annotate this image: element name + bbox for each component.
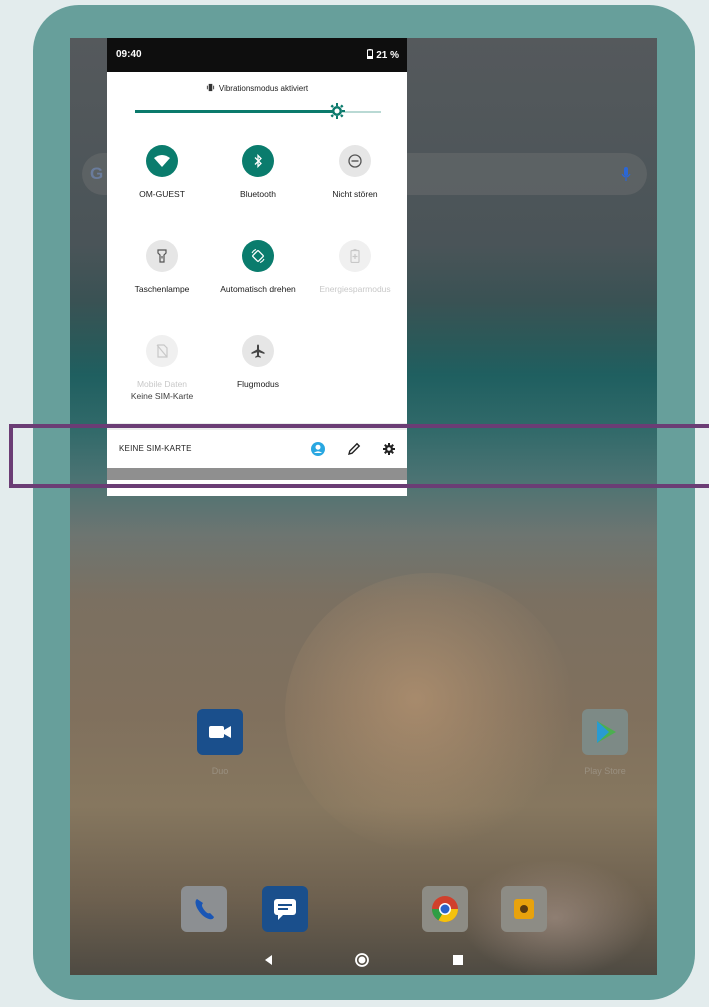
mic-icon[interactable] xyxy=(621,166,631,182)
back-icon[interactable] xyxy=(261,952,277,968)
battery-icon xyxy=(367,49,374,60)
vibration-label: Vibrationsmodus aktiviert xyxy=(218,84,309,93)
home-icon[interactable] xyxy=(354,952,370,968)
tile-battery-saver-label: Energiesparmodus xyxy=(319,284,391,294)
status-bar: 09:40 21 % xyxy=(107,38,407,72)
phone-app-icon[interactable] xyxy=(181,886,227,932)
play-store-app-label: Play Store xyxy=(584,766,626,776)
navigation-bar xyxy=(70,945,657,975)
mobile-data-icon xyxy=(146,335,178,367)
battery-status: 21 % xyxy=(367,49,399,61)
brightness-fill xyxy=(135,110,337,113)
recents-icon[interactable] xyxy=(450,952,466,968)
auto-rotate-icon[interactable] xyxy=(242,240,274,272)
do-not-disturb-icon[interactable] xyxy=(339,145,371,177)
tile-auto-rotate-label[interactable]: Automatisch drehen xyxy=(208,283,308,295)
brightness-thumb-icon[interactable] xyxy=(329,103,345,119)
flashlight-icon[interactable] xyxy=(146,240,178,272)
chrome-app-icon[interactable] xyxy=(422,886,468,932)
tile-bluetooth-label[interactable]: Bluetooth xyxy=(208,188,308,200)
vibration-status: Vibrationsmodus aktiviert xyxy=(107,82,407,96)
tile-mobile-data-sub: Keine SIM-Karte xyxy=(130,391,194,401)
brightness-slider[interactable] xyxy=(135,103,381,119)
tile-dnd-label[interactable]: Nicht stören xyxy=(305,188,405,200)
duo-app-label: Duo xyxy=(211,766,229,776)
vibrate-icon xyxy=(206,83,214,92)
battery-percent: 21 % xyxy=(376,50,399,61)
tile-mobile-data-label: Mobile Daten xyxy=(136,379,188,389)
bluetooth-icon[interactable] xyxy=(242,145,274,177)
highlight-box xyxy=(9,424,709,488)
tile-wifi-label[interactable]: OM-GUEST xyxy=(112,188,212,200)
duo-app-icon[interactable] xyxy=(197,709,243,755)
tile-airplane-label[interactable]: Flugmodus xyxy=(208,378,308,390)
wifi-icon[interactable] xyxy=(146,145,178,177)
clock: 09:40 xyxy=(116,49,142,60)
play-store-app-icon[interactable] xyxy=(582,709,628,755)
wallpaper-shell xyxy=(285,573,575,853)
battery-saver-icon xyxy=(339,240,371,272)
photos-app-icon[interactable] xyxy=(501,886,547,932)
airplane-icon[interactable] xyxy=(242,335,274,367)
tile-flashlight-label[interactable]: Taschenlampe xyxy=(112,283,212,295)
messages-app-icon[interactable] xyxy=(262,886,308,932)
